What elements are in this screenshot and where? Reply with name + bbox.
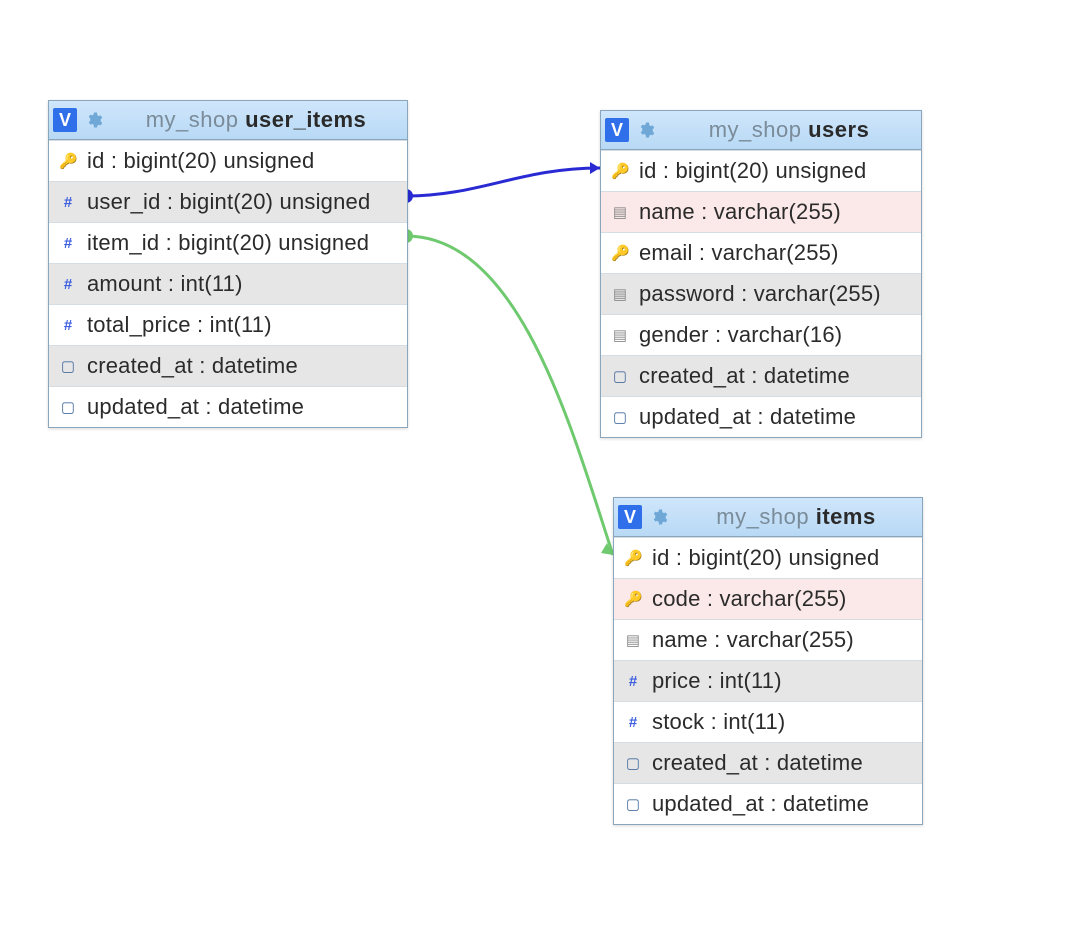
number-icon: #: [624, 715, 642, 730]
column-stock[interactable]: # stock : int(11): [614, 701, 922, 742]
column-created-at[interactable]: ▢ created_at : datetime: [614, 742, 922, 783]
column-label: updated_at : datetime: [652, 791, 869, 817]
column-item-id[interactable]: # item_id : bigint(20) unsigned: [49, 222, 407, 263]
table-header-items[interactable]: V my_shop items: [614, 498, 922, 537]
number-icon: #: [59, 277, 77, 292]
column-label: updated_at : datetime: [87, 394, 304, 420]
column-created-at[interactable]: ▢ created_at : datetime: [49, 345, 407, 386]
date-icon: ▢: [59, 359, 77, 374]
table-title-users: my_shop users: [663, 117, 915, 143]
column-label: name : varchar(255): [652, 627, 854, 653]
column-updated-at[interactable]: ▢ updated_at : datetime: [601, 396, 921, 437]
column-email[interactable]: 🔑 email : varchar(255): [601, 232, 921, 273]
column-password[interactable]: ▤ password : varchar(255): [601, 273, 921, 314]
column-price[interactable]: # price : int(11): [614, 660, 922, 701]
column-updated-at[interactable]: ▢ updated_at : datetime: [614, 783, 922, 824]
column-label: created_at : datetime: [639, 363, 850, 389]
number-icon: #: [59, 318, 77, 333]
column-label: id : bigint(20) unsigned: [87, 148, 314, 174]
key-icon: 🔑: [624, 551, 642, 566]
key-icon: 🔑: [624, 592, 642, 607]
relation-user-arrow: [590, 162, 600, 174]
column-id[interactable]: 🔑 id : bigint(20) unsigned: [49, 140, 407, 181]
number-icon: #: [59, 236, 77, 251]
column-label: updated_at : datetime: [639, 404, 856, 430]
text-icon: ▤: [611, 328, 629, 343]
text-icon: ▤: [611, 205, 629, 220]
view-badge-icon: V: [53, 108, 77, 132]
column-label: code : varchar(255): [652, 586, 847, 612]
date-icon: ▢: [624, 797, 642, 812]
column-label: user_id : bigint(20) unsigned: [87, 189, 370, 215]
key-icon: 🔑: [611, 246, 629, 261]
column-label: item_id : bigint(20) unsigned: [87, 230, 369, 256]
column-label: amount : int(11): [87, 271, 243, 297]
column-user-id[interactable]: # user_id : bigint(20) unsigned: [49, 181, 407, 222]
view-badge-icon: V: [605, 118, 629, 142]
text-icon: ▤: [611, 287, 629, 302]
column-code[interactable]: 🔑 code : varchar(255): [614, 578, 922, 619]
relation-user: [406, 168, 600, 196]
column-label: price : int(11): [652, 668, 782, 694]
column-amount[interactable]: # amount : int(11): [49, 263, 407, 304]
column-updated-at[interactable]: ▢ updated_at : datetime: [49, 386, 407, 427]
gear-icon[interactable]: [635, 119, 657, 141]
column-label: password : varchar(255): [639, 281, 881, 307]
column-label: total_price : int(11): [87, 312, 272, 338]
column-label: gender : varchar(16): [639, 322, 842, 348]
column-name[interactable]: ▤ name : varchar(255): [601, 191, 921, 232]
date-icon: ▢: [611, 410, 629, 425]
table-title-user-items: my_shop user_items: [111, 107, 401, 133]
table-title-items: my_shop items: [676, 504, 916, 530]
gear-icon[interactable]: [83, 109, 105, 131]
date-icon: ▢: [624, 756, 642, 771]
column-id[interactable]: 🔑 id : bigint(20) unsigned: [601, 150, 921, 191]
column-label: name : varchar(255): [639, 199, 841, 225]
gear-icon[interactable]: [648, 506, 670, 528]
column-label: created_at : datetime: [652, 750, 863, 776]
column-label: stock : int(11): [652, 709, 785, 735]
date-icon: ▢: [611, 369, 629, 384]
text-icon: ▤: [624, 633, 642, 648]
column-gender[interactable]: ▤ gender : varchar(16): [601, 314, 921, 355]
column-label: email : varchar(255): [639, 240, 839, 266]
number-icon: #: [624, 674, 642, 689]
table-users[interactable]: V my_shop users 🔑 id : bigint(20) unsigne…: [600, 110, 922, 438]
column-name[interactable]: ▤ name : varchar(255): [614, 619, 922, 660]
column-label: id : bigint(20) unsigned: [652, 545, 879, 571]
table-user-items[interactable]: V my_shop user_items 🔑 id : bigint(20) un…: [48, 100, 408, 428]
relation-item-arrow: [601, 543, 613, 555]
relation-item: [406, 236, 613, 555]
view-badge-icon: V: [618, 505, 642, 529]
table-header-user-items[interactable]: V my_shop user_items: [49, 101, 407, 140]
table-items[interactable]: V my_shop items 🔑 id : bigint(20) unsigne…: [613, 497, 923, 825]
key-icon: 🔑: [59, 154, 77, 169]
column-id[interactable]: 🔑 id : bigint(20) unsigned: [614, 537, 922, 578]
column-total-price[interactable]: # total_price : int(11): [49, 304, 407, 345]
column-created-at[interactable]: ▢ created_at : datetime: [601, 355, 921, 396]
date-icon: ▢: [59, 400, 77, 415]
number-icon: #: [59, 195, 77, 210]
key-icon: 🔑: [611, 164, 629, 179]
table-header-users[interactable]: V my_shop users: [601, 111, 921, 150]
column-label: id : bigint(20) unsigned: [639, 158, 866, 184]
column-label: created_at : datetime: [87, 353, 298, 379]
